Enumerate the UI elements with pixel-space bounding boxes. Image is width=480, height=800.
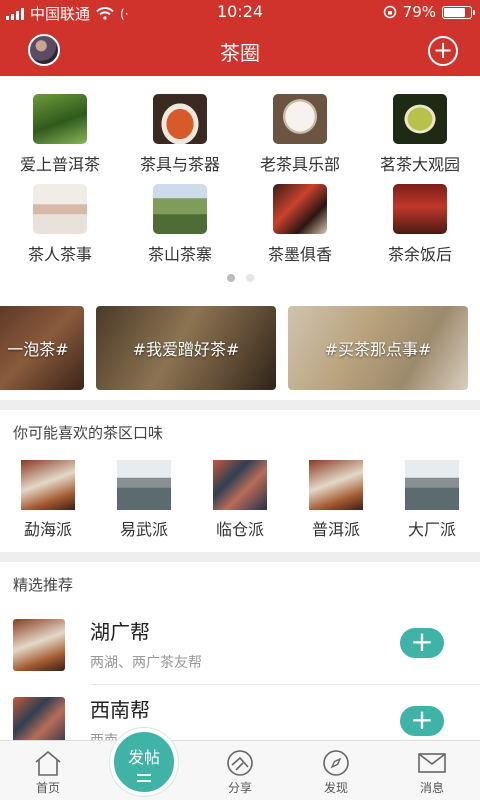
page-indicator: [0, 274, 480, 282]
compass-icon: [323, 750, 349, 776]
topic-card[interactable]: #买茶那点事#: [288, 306, 468, 390]
category-image: [33, 184, 87, 234]
join-button[interactable]: +: [400, 706, 444, 736]
tab-discover[interactable]: 发现: [288, 741, 384, 800]
tab-label: 首页: [35, 781, 60, 795]
taste-image: [405, 460, 459, 510]
category-label: 茶具与茶器: [139, 155, 220, 174]
page-title: 茶圈: [220, 41, 260, 65]
taste-label: 普洱派: [311, 520, 360, 539]
taste-image: [309, 460, 363, 510]
tab-label: 发现: [323, 781, 348, 795]
category-image: [273, 184, 327, 234]
share-icon: [227, 750, 253, 776]
category-item[interactable]: 茶余饭后: [360, 184, 480, 265]
tab-share[interactable]: 分享: [192, 741, 288, 800]
category-label: 老茶具乐部: [259, 155, 340, 174]
taste-item[interactable]: 普洱派: [288, 460, 384, 540]
category-item[interactable]: 茶人茶事: [0, 184, 120, 265]
tab-label: 分享: [227, 781, 252, 795]
tab-messages[interactable]: 消息: [384, 741, 480, 800]
category-label: 爱上普洱茶: [19, 155, 100, 174]
menu-icon: [137, 774, 151, 782]
taste-label: 勐海派: [23, 520, 72, 539]
tab-label: 消息: [419, 781, 444, 795]
group-name: 西南帮: [90, 698, 150, 722]
category-item[interactable]: 老茶具乐部: [240, 94, 360, 175]
group-desc: 两湖、两广茶友帮: [90, 655, 202, 671]
category-label: 茶山茶寨: [147, 245, 212, 264]
category-label: 茶墨俱香: [267, 245, 332, 264]
taste-list: 勐海派 易武派 临仓派 普洱派 大厂派: [0, 458, 480, 548]
taste-image: [21, 460, 75, 510]
add-button[interactable]: +: [428, 36, 458, 66]
home-icon: [35, 750, 61, 776]
category-item[interactable]: 茶具与茶器: [120, 94, 240, 175]
category-label: 茶余饭后: [387, 245, 452, 264]
topic-card[interactable]: #我爱蹭好茶#: [96, 306, 276, 390]
taste-label: 大厂派: [407, 520, 456, 539]
topic-label: 一泡茶#: [7, 340, 69, 359]
category-image: [273, 94, 327, 144]
topic-label: #我爱蹭好茶#: [132, 340, 240, 359]
header-bar: 茶圈 +: [0, 24, 480, 76]
topic-carousel: 一泡茶# #我爱蹭好茶# #买茶那点事#: [0, 306, 480, 390]
category-image: [393, 184, 447, 234]
page-dot-active: [226, 274, 235, 282]
plus-icon: +: [410, 625, 434, 658]
plus-icon: +: [432, 36, 454, 64]
category-item[interactable]: 茗茶大观园: [360, 94, 480, 175]
category-grid: 爱上普洱茶 茶具与茶器 老茶具乐部 茗茶大观园 茶人茶事 茶山茶寨 茶墨俱香 茶…: [0, 76, 480, 288]
status-bar: 中国联通 (· 10:24 79%: [0, 0, 480, 24]
page-dot: [245, 274, 254, 282]
tab-home[interactable]: 首页: [0, 741, 96, 800]
section-divider: [0, 552, 480, 562]
category-item[interactable]: 茶墨俱香: [240, 184, 360, 265]
join-button[interactable]: +: [400, 628, 444, 658]
category-image: [393, 94, 447, 144]
category-image: [153, 94, 207, 144]
category-label: 茶人茶事: [27, 245, 92, 264]
taste-label: 临仓派: [215, 520, 264, 539]
section-divider: [0, 400, 480, 410]
taste-item[interactable]: 勐海派: [0, 460, 96, 540]
group-image: [13, 619, 65, 671]
taste-image: [213, 460, 267, 510]
category-item[interactable]: 茶山茶寨: [120, 184, 240, 265]
rotation-lock-icon: [383, 5, 396, 19]
taste-item[interactable]: 临仓派: [192, 460, 288, 540]
category-label: 茗茶大观园: [379, 155, 460, 174]
topic-card[interactable]: 一泡茶#: [0, 306, 84, 390]
group-name: 湖广帮: [90, 620, 150, 644]
recommend-item[interactable]: 湖广帮 两湖、两广茶友帮 +: [0, 606, 480, 684]
post-button[interactable]: 发帖: [110, 728, 178, 796]
taste-item[interactable]: 大厂派: [384, 460, 480, 540]
plus-icon: +: [410, 703, 434, 736]
post-label: 发帖: [127, 748, 160, 767]
battery-percent: 79%: [402, 3, 436, 21]
mail-icon: [418, 753, 446, 773]
battery-icon: [442, 5, 475, 19]
taste-item[interactable]: 易武派: [96, 460, 192, 540]
tab-bar: 首页 分享 发现 消息: [0, 740, 480, 800]
taste-label: 易武派: [119, 520, 168, 539]
tastes-section-title: 你可能喜欢的茶区口味: [13, 424, 164, 442]
taste-image: [117, 460, 171, 510]
category-image: [153, 184, 207, 234]
recommend-section-title: 精选推荐: [13, 576, 74, 594]
category-item[interactable]: 爱上普洱茶: [0, 94, 120, 175]
category-image: [33, 94, 87, 144]
topic-label: #买茶那点事#: [324, 340, 432, 359]
